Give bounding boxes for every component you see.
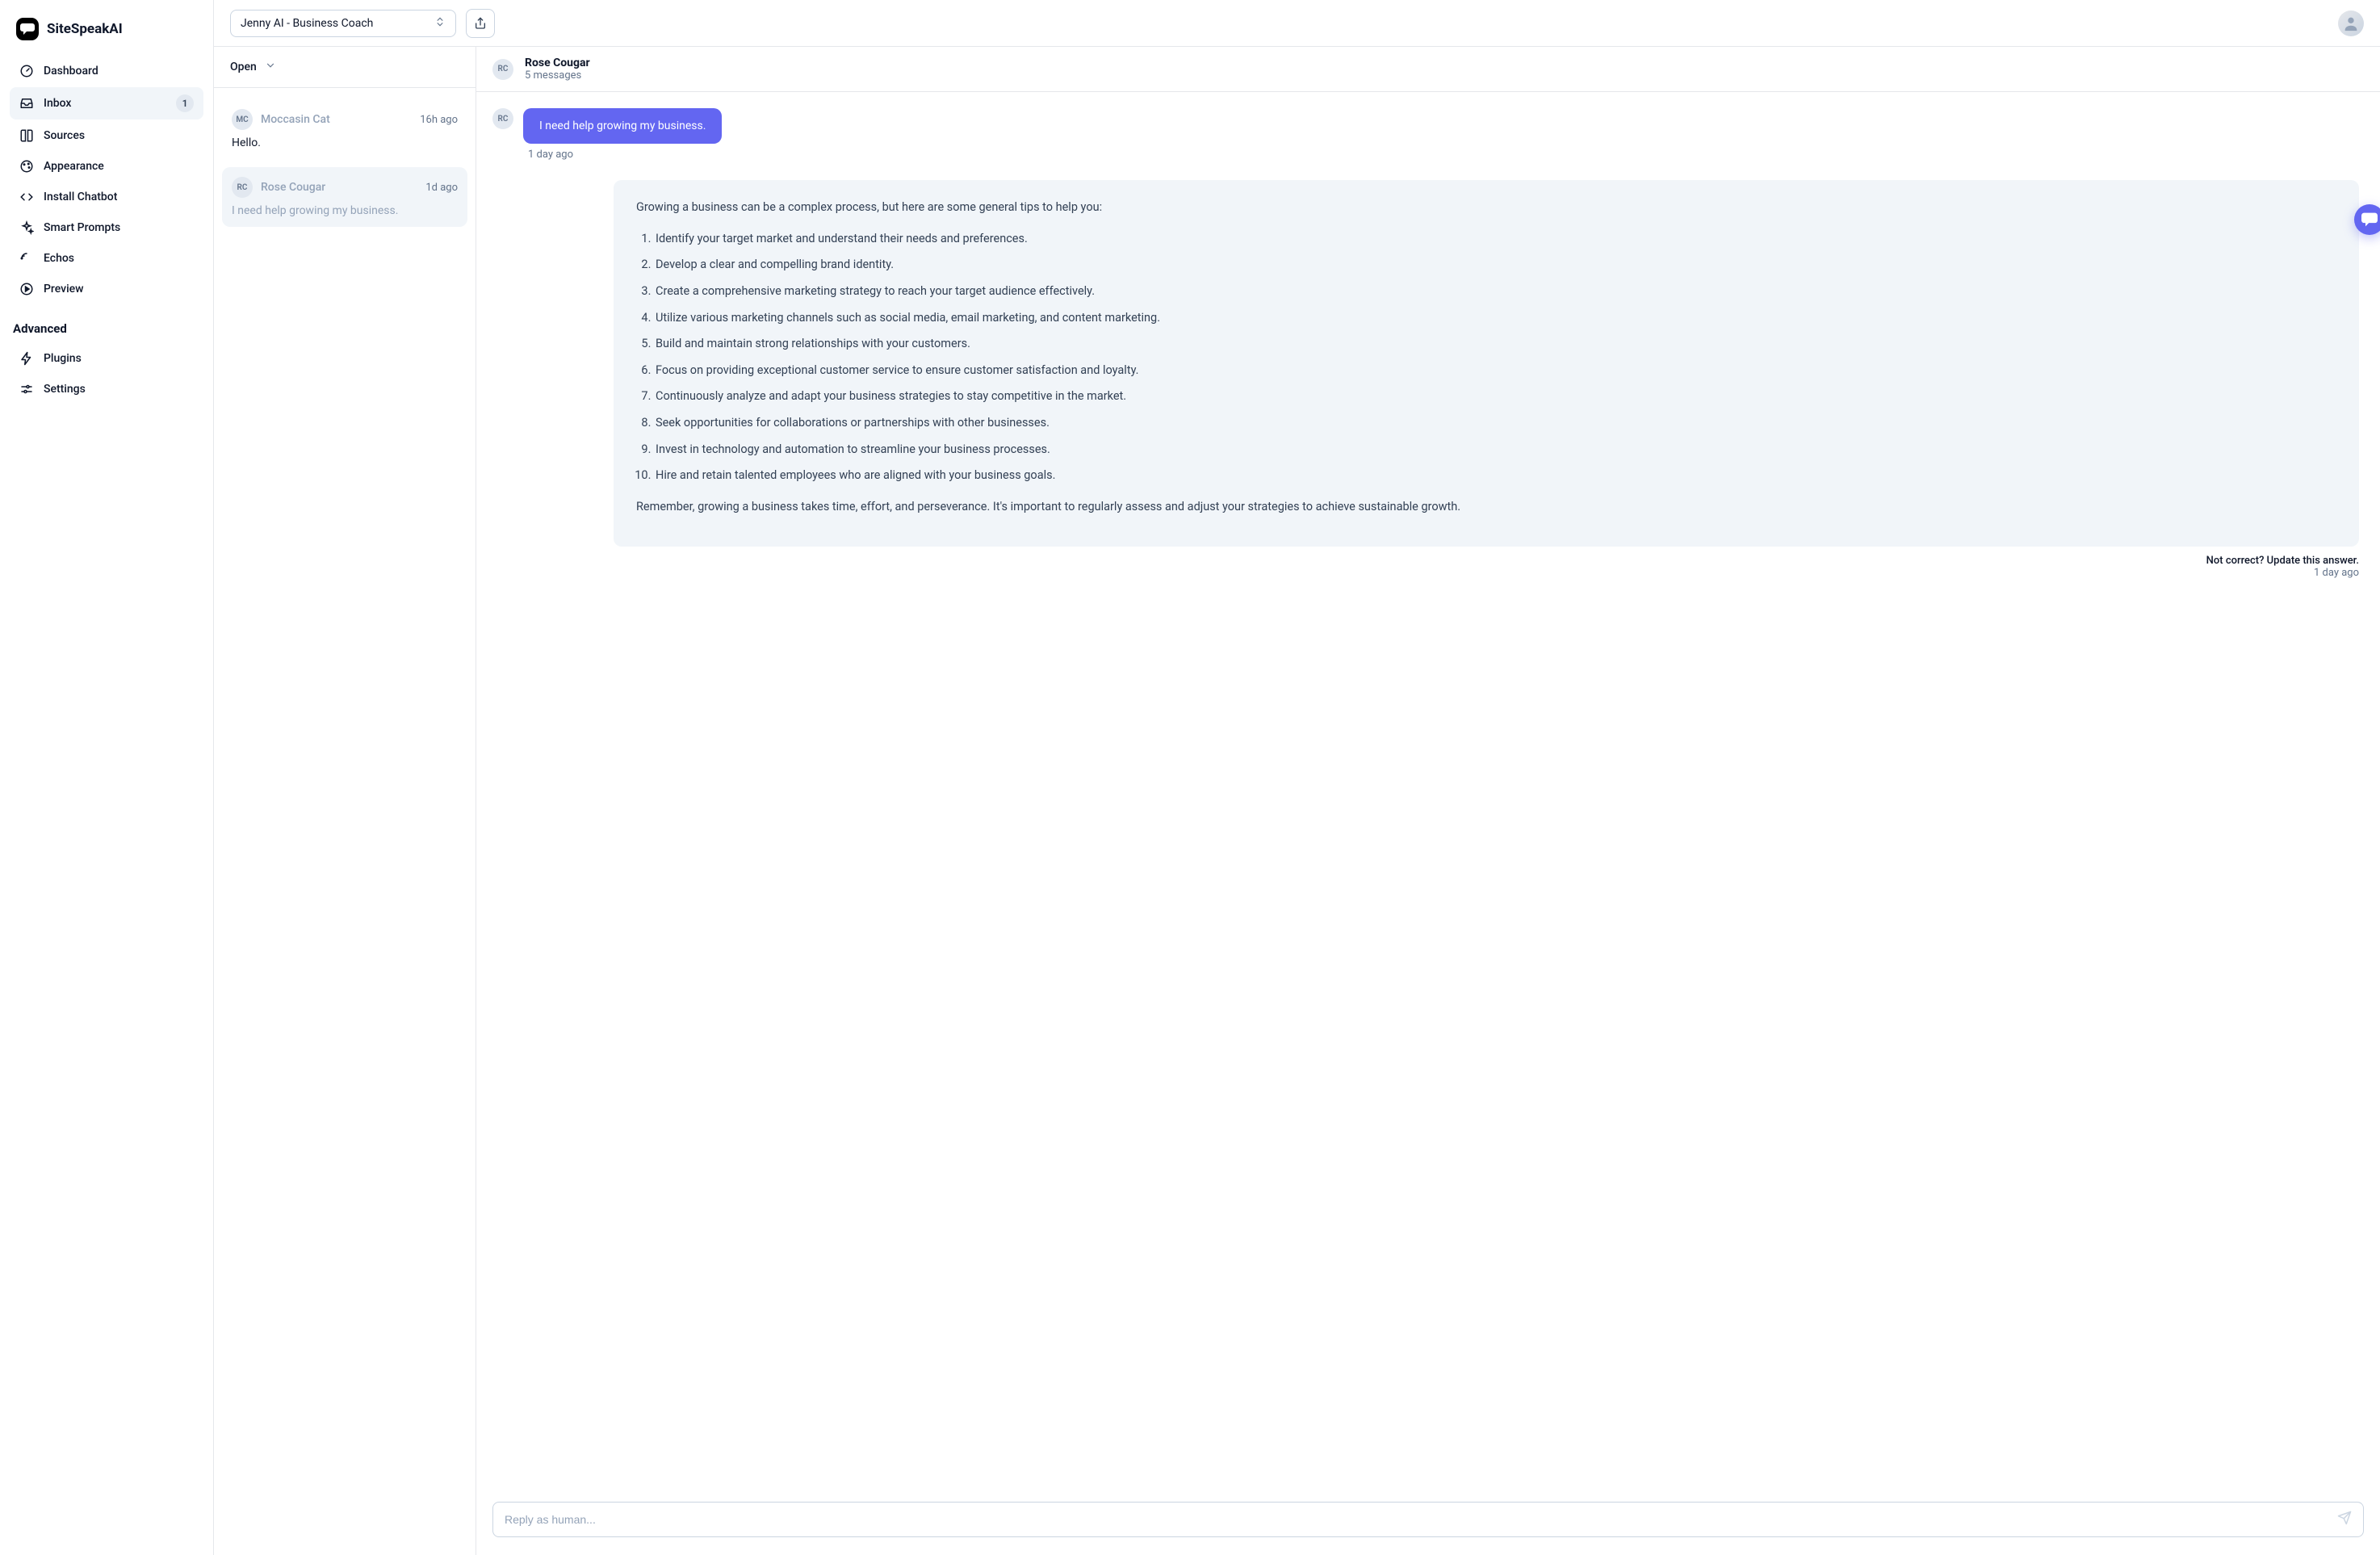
nav-echos[interactable]: Echos [10,244,203,273]
bot-message-time: 1 day ago [2314,567,2359,579]
conversation-item[interactable]: RC Rose Cougar 1d ago I need help growing m… [222,167,467,227]
user-initials: RC [492,108,513,129]
signal-icon [19,251,34,266]
nav-section-advanced: Advanced [10,305,203,342]
nav-label: Echos [44,252,74,265]
send-button[interactable] [2337,1511,2352,1528]
filter-label: Open [230,61,257,73]
nav-label: Plugins [44,352,82,365]
conversation-initials: RC [232,177,253,198]
chevron-down-icon [265,60,276,74]
conversation-time: 16h ago [420,114,458,126]
palette-icon [19,159,34,174]
play-circle-icon [19,282,34,296]
inbox-icon [19,96,34,111]
bot-intro: Growing a business can be a complex proc… [636,198,2336,218]
book-icon [19,128,34,143]
bot-step: Develop a clear and compelling brand ide… [654,255,2336,275]
conversation-item[interactable]: MC Moccasin Cat 16h ago Hello. [222,99,467,159]
nav-label: Install Chatbot [44,191,117,203]
brand-name: SiteSpeakAI [47,21,123,37]
conversation-name: Moccasin Cat [261,113,330,126]
nav-install-chatbot[interactable]: Install Chatbot [10,182,203,212]
bot-step: Build and maintain strong relationships … [654,334,2336,354]
nav-preview[interactable]: Preview [10,275,203,304]
chatbot-selector-label: Jenny AI - Business Coach [241,17,373,30]
bolt-icon [19,351,34,366]
composer [492,1502,2364,1537]
gauge-icon [19,64,34,78]
user-message-bubble: I need help growing my business. [523,108,722,144]
bot-step: Seek opportunities for collaborations or… [654,413,2336,434]
bot-step: Invest in technology and automation to s… [654,440,2336,460]
thread-title: Rose Cougar [525,57,590,69]
bot-step: Continuously analyze and adapt your busi… [654,387,2336,407]
sliders-icon [19,382,34,396]
conversation-initials: MC [232,109,253,130]
sidebar: SiteSpeakAI Dashboard Inbox 1 Sources Ap… [0,0,214,1555]
conversation-time: 1d ago [425,182,458,194]
chat-icon [2361,212,2378,227]
brand[interactable]: SiteSpeakAI [10,10,203,57]
bot-step: Focus on providing exceptional customer … [654,361,2336,381]
chatbot-selector[interactable]: Jenny AI - Business Coach [230,10,456,37]
nav-dashboard[interactable]: Dashboard [10,57,203,86]
conversation-name: Rose Cougar [261,181,325,194]
nav-label: Inbox [44,97,71,110]
bot-step: Identify your target market and understa… [654,229,2336,249]
conversation-preview: Hello. [232,136,458,149]
conversation-preview: I need help growing my business. [232,204,458,217]
nav-appearance[interactable]: Appearance [10,152,203,181]
send-icon [2337,1511,2352,1525]
avatar-icon [2342,15,2360,32]
user-avatar[interactable] [2338,10,2364,36]
reply-input[interactable] [505,1513,2337,1526]
nav-sources[interactable]: Sources [10,121,203,150]
bot-step: Utilize various marketing channels such … [654,308,2336,329]
sparkles-icon [19,220,34,235]
help-bubble[interactable] [2354,204,2380,235]
thread-initials: RC [492,59,513,80]
inbox-badge: 1 [176,94,194,112]
bot-message-bubble: Growing a business can be a complex proc… [614,180,2359,547]
share-button[interactable] [466,9,495,38]
user-message-row: RC I need help growing my business. [492,108,2359,144]
nav-label: Dashboard [44,65,98,78]
conversation-list: Open MC Moccasin Cat 16h ago Hello. RC Rose C… [214,47,476,1555]
nav-label: Appearance [44,160,104,173]
thread: RC Rose Cougar 5 messages RC I need help… [476,47,2380,1555]
brand-logo-icon [16,18,39,40]
nav-label: Preview [44,283,84,295]
nav-label: Smart Prompts [44,221,120,234]
nav-smart-prompts[interactable]: Smart Prompts [10,213,203,242]
bot-step: Create a comprehensive marketing strateg… [654,282,2336,302]
nav-label: Sources [44,129,85,142]
nav-inbox[interactable]: Inbox 1 [10,87,203,119]
user-message-time: 1 day ago [528,149,2359,161]
update-answer-link[interactable]: Not correct? Update this answer. [2206,555,2359,567]
thread-subtitle: 5 messages [525,69,590,82]
conversation-filter[interactable]: Open [214,47,476,88]
share-icon [474,17,487,30]
code-icon [19,190,34,204]
bot-steps-list: Identify your target market and understa… [654,229,2336,486]
thread-header: RC Rose Cougar 5 messages [476,47,2380,92]
topbar: Jenny AI - Business Coach [214,0,2380,47]
nav-label: Settings [44,383,86,396]
chevrons-up-down-icon [434,16,446,31]
nav-plugins[interactable]: Plugins [10,344,203,373]
bot-step: Hire and retain talented employees who a… [654,466,2336,486]
bot-outro: Remember, growing a business takes time,… [636,497,2336,518]
nav-settings[interactable]: Settings [10,375,203,404]
